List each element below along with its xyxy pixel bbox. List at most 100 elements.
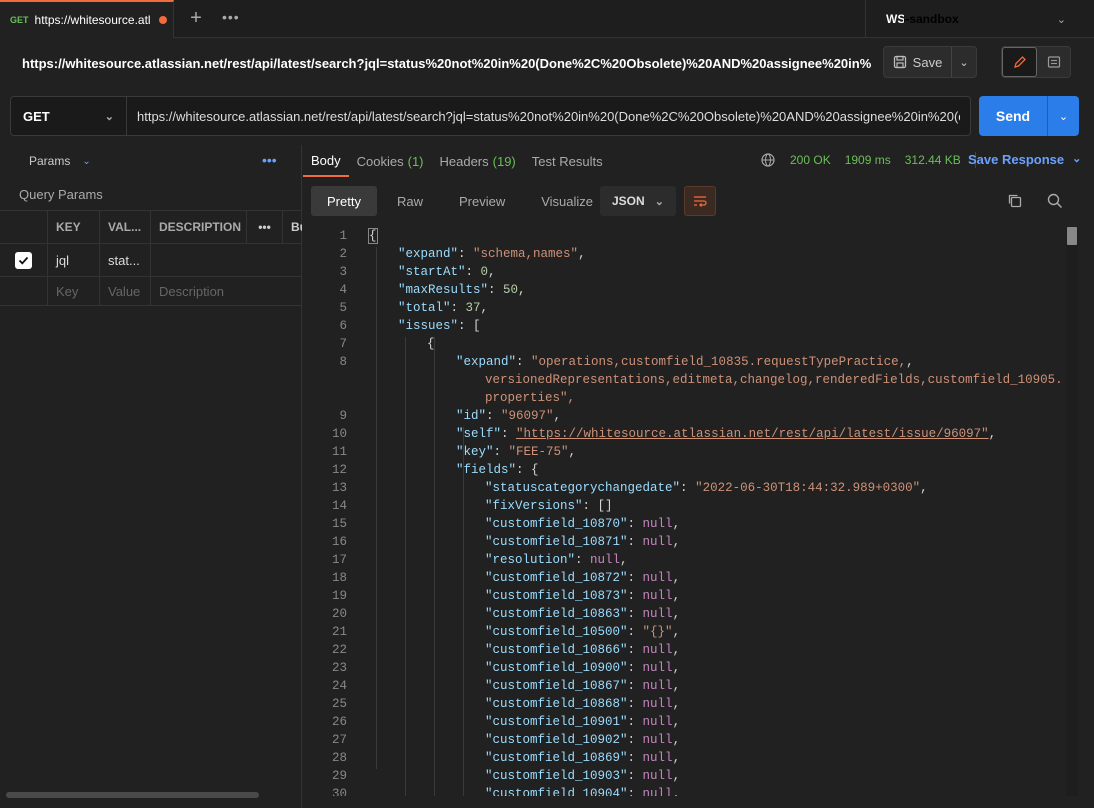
vertical-scrollbar[interactable]: [1066, 226, 1078, 796]
param-key[interactable]: jql: [48, 244, 100, 276]
code-line: "customfield_10873": null,: [485, 589, 681, 603]
json-value: null: [642, 697, 673, 711]
tab-headers[interactable]: Headers (19): [432, 145, 524, 177]
json-value: {: [531, 463, 539, 477]
new-tab-plus-icon[interactable]: +: [186, 8, 206, 29]
json-value: "96097": [501, 409, 554, 423]
json-value: null: [590, 553, 621, 567]
documentation-icon[interactable]: [1037, 47, 1070, 77]
status-code[interactable]: 200 OK: [790, 153, 831, 167]
json-value: []: [597, 499, 613, 513]
chevron-down-icon: ⌄: [104, 110, 114, 123]
json-value: 37: [465, 301, 481, 315]
json-text: {: [427, 337, 435, 351]
json-key: "customfield_10902": [485, 733, 628, 747]
line-number: 5: [339, 301, 347, 315]
line-number: 25: [331, 697, 347, 711]
json-key: "key": [456, 445, 494, 459]
code-line: "expand": "operations,customfield_10835.…: [456, 355, 914, 369]
code-line: "customfield_10902": null,: [485, 733, 681, 747]
code-line: "fields": {: [456, 463, 539, 477]
code-line: "issues": [: [398, 319, 481, 333]
save-response-button[interactable]: Save Response ⌄: [968, 152, 1081, 167]
tab-test-results[interactable]: Test Results: [524, 145, 611, 177]
json-value: null: [642, 607, 673, 621]
format-visualize[interactable]: Visualize: [525, 186, 609, 216]
line-number: 17: [331, 553, 347, 567]
json-key: "expand": [398, 247, 459, 261]
json-value: "operations,customfield_10835.requestTyp…: [531, 355, 907, 369]
more-options-icon[interactable]: •••: [262, 152, 277, 168]
copy-icon[interactable]: [1006, 192, 1024, 210]
line-number: 3: [339, 265, 347, 279]
query-params-title: Query Params: [19, 187, 103, 202]
more-tabs-icon[interactable]: •••: [222, 9, 240, 25]
save-dropdown-chevron-icon[interactable]: ⌄: [952, 56, 976, 69]
format-preview[interactable]: Preview: [443, 186, 521, 216]
line-number: 1: [339, 229, 347, 243]
line-number: 18: [331, 571, 347, 585]
scrollbar-thumb[interactable]: [1067, 227, 1077, 245]
wrap-lines-icon[interactable]: [684, 186, 716, 216]
param-value[interactable]: stat...: [100, 244, 151, 276]
bulk-more-icon[interactable]: •••: [247, 211, 283, 243]
line-number: 19: [331, 589, 347, 603]
indent-guide: [376, 247, 377, 769]
unsaved-dot-icon: [158, 16, 167, 24]
description-placeholder[interactable]: Description: [151, 277, 302, 305]
param-checkbox[interactable]: [0, 244, 48, 276]
url-input[interactable]: [127, 96, 971, 136]
send-dropdown-chevron-icon[interactable]: ⌄: [1047, 96, 1079, 136]
json-value: null: [642, 769, 673, 783]
tab-cookies[interactable]: Cookies (1): [349, 145, 432, 177]
request-title[interactable]: https://whitesource.atlassian.net/rest/a…: [22, 56, 872, 71]
tab-body[interactable]: Body: [303, 145, 349, 177]
environment-selector[interactable]: WS-sandbox ⌄: [865, 0, 1080, 38]
line-number: 23: [331, 661, 347, 675]
code-line: "customfield_10500": "{}",: [485, 625, 681, 639]
param-description[interactable]: [151, 244, 302, 276]
format-raw[interactable]: Raw: [381, 186, 439, 216]
json-value: 0: [480, 265, 489, 279]
line-number: 13: [331, 481, 347, 495]
horizontal-scrollbar[interactable]: [6, 792, 259, 798]
request-tab[interactable]: GET https://whitesource.atl: [0, 0, 174, 38]
globe-icon[interactable]: [760, 152, 776, 168]
value-placeholder[interactable]: Value: [100, 277, 151, 305]
json-key: "customfield_10872": [485, 571, 628, 585]
language-select[interactable]: JSON ⌄: [600, 186, 676, 216]
method-select[interactable]: GET ⌄: [10, 96, 127, 136]
response-time[interactable]: 1909 ms: [845, 153, 891, 167]
param-row: jql stat...: [0, 243, 302, 276]
key-placeholder[interactable]: Key: [48, 277, 100, 305]
save-label: Save: [912, 54, 943, 70]
json-value: "{}": [642, 625, 673, 639]
json-value: null: [642, 787, 673, 796]
search-icon[interactable]: [1046, 192, 1064, 210]
response-body-code[interactable]: 1 {2 "expand": "schema,names", 3 "startAt": …: [303, 226, 1066, 796]
code-line: "resolution": null,: [485, 553, 628, 567]
pencil-icon[interactable]: [1002, 47, 1037, 77]
params-tab[interactable]: Params ⌄: [29, 154, 91, 168]
line-number: 4: [339, 283, 347, 297]
chevron-down-icon: ⌄: [1072, 153, 1082, 165]
postman-window: GET https://whitesource.atl + ••• WS-san…: [0, 0, 1094, 808]
send-button[interactable]: Send: [979, 96, 1047, 136]
response-size[interactable]: 312.44 KB: [905, 153, 961, 167]
format-pretty[interactable]: Pretty: [311, 186, 377, 216]
code-line: "customfield_10871": null,: [485, 535, 681, 549]
environment-name: WS-sandbox: [886, 12, 976, 26]
json-key: "customfield_10867": [485, 679, 628, 693]
json-key: "id": [456, 409, 487, 423]
save-button[interactable]: Save: [884, 47, 952, 77]
params-tab-label: Params: [29, 154, 71, 168]
json-value: null: [642, 751, 673, 765]
save-group: Save ⌄: [883, 46, 977, 78]
chevron-down-icon: ⌄: [654, 195, 664, 208]
code-line: "total": 37,: [398, 301, 489, 315]
json-value: "schema,names": [473, 247, 579, 261]
bulk-edit-link[interactable]: Bu: [283, 211, 302, 243]
line-number: 14: [331, 499, 347, 513]
json-key: "resolution": [485, 553, 576, 567]
json-value[interactable]: "https://whitesource.atlassian.net/rest/…: [516, 427, 989, 441]
